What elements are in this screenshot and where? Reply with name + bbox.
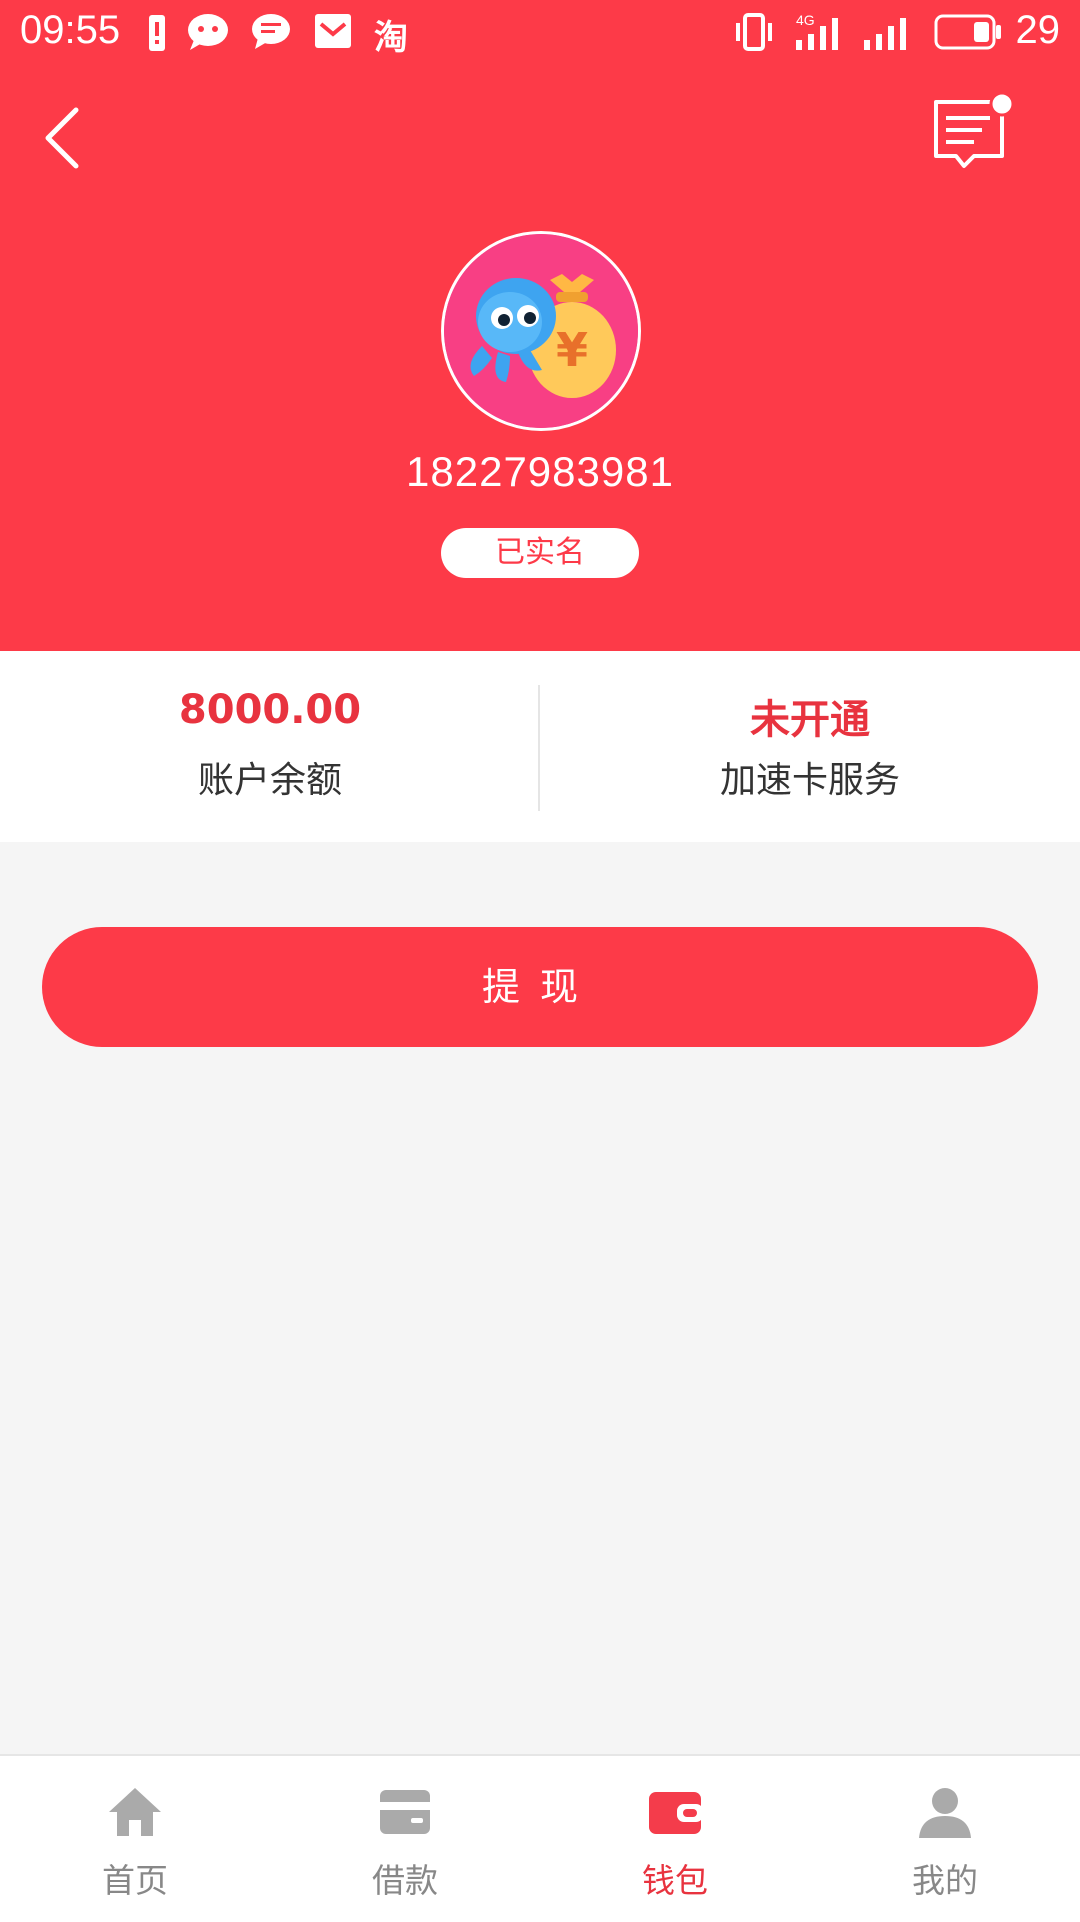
message-icon <box>252 14 290 49</box>
tab-label: 我的 <box>912 1861 978 1900</box>
svg-text:¥: ¥ <box>556 323 588 377</box>
balance-section[interactable]: 8000.00 账户余额 <box>0 651 540 842</box>
battery-level: 29 <box>1015 8 1061 52</box>
card-icon <box>380 1790 430 1834</box>
message-list-icon[interactable] <box>930 88 1022 174</box>
tab-label: 借款 <box>372 1861 438 1900</box>
speed-card-label: 加速卡服务 <box>719 760 900 801</box>
profile-header: 09:55 淘 4G 29 ¥ 18227983981 已实名 <box>0 0 1080 651</box>
verified-badge: 已实名 <box>441 528 639 578</box>
avatar[interactable]: ¥ <box>441 231 641 431</box>
vibrate-icon <box>736 13 772 51</box>
status-bar: 09:55 淘 4G 29 <box>0 0 1080 66</box>
mail-icon <box>315 14 351 48</box>
balance-value: 8000.00 <box>178 687 362 733</box>
phone-number: 18227983981 <box>406 448 674 495</box>
bottom-tab-bar: 首页 借款 钱包 我的 <box>0 1754 1080 1922</box>
taobao-icon: 淘 <box>374 18 408 58</box>
battery-icon <box>934 14 1001 50</box>
balance-label: 账户余额 <box>197 760 342 801</box>
signal-icon <box>796 18 838 50</box>
tab-loan[interactable]: 借款 <box>270 1756 540 1922</box>
signal-icon-2 <box>864 18 906 50</box>
wallet-icon <box>649 1792 703 1834</box>
status-time: 09:55 <box>20 8 121 52</box>
person-icon <box>919 1788 971 1838</box>
home-icon <box>109 1788 161 1836</box>
wechat-icon <box>188 14 228 50</box>
battery-alert-icon <box>149 15 165 51</box>
tab-label: 钱包 <box>642 1861 708 1900</box>
tab-wallet[interactable]: 钱包 <box>540 1756 810 1922</box>
mascot-avatar-icon: ¥ <box>444 234 638 428</box>
withdraw-button[interactable]: 提现 <box>42 927 1038 1047</box>
tab-mine[interactable]: 我的 <box>810 1756 1080 1922</box>
speed-card-status: 未开通 <box>750 697 870 743</box>
tab-label: 首页 <box>102 1861 168 1900</box>
account-info-panel: 8000.00 账户余额 未开通 加速卡服务 <box>0 651 1080 842</box>
speed-card-section[interactable]: 未开通 加速卡服务 <box>540 651 1080 842</box>
back-arrow-icon[interactable] <box>34 102 94 172</box>
tab-home[interactable]: 首页 <box>0 1756 270 1922</box>
